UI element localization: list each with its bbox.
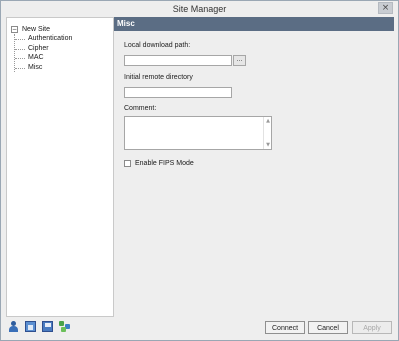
close-icon: × bbox=[381, 3, 390, 13]
local-download-path-input[interactable] bbox=[124, 55, 232, 66]
bottom-toolbar bbox=[8, 321, 76, 333]
apply-button[interactable]: Apply bbox=[352, 321, 392, 334]
window-icon[interactable] bbox=[25, 321, 36, 332]
cancel-button[interactable]: Cancel bbox=[308, 321, 348, 334]
title-bar[interactable]: Site Manager × bbox=[1, 1, 398, 17]
tree-item-authentication[interactable]: Authentication bbox=[15, 34, 72, 44]
fips-label: Enable FIPS Mode bbox=[135, 159, 194, 167]
browse-button[interactable]: ... bbox=[233, 55, 246, 66]
network-icon[interactable] bbox=[59, 321, 70, 332]
person-icon[interactable] bbox=[8, 321, 19, 332]
connect-button[interactable]: Connect bbox=[265, 321, 305, 334]
scroll-up-icon[interactable]: ▲ bbox=[264, 117, 272, 125]
tree-item-mac[interactable]: MAC bbox=[15, 53, 72, 63]
scroll-down-icon[interactable]: ▼ bbox=[264, 141, 272, 149]
fips-option[interactable]: Enable FIPS Mode bbox=[124, 158, 194, 168]
collapse-icon[interactable]: − bbox=[11, 25, 18, 33]
tree-item-cipher[interactable]: Cipher bbox=[15, 44, 72, 54]
comment-label: Comment: bbox=[124, 105, 157, 112]
save-icon[interactable] bbox=[42, 321, 53, 332]
tree-item-misc[interactable]: Misc bbox=[15, 63, 72, 73]
settings-panel: Misc Local download path: ... Initial re… bbox=[114, 17, 394, 317]
site-manager-window: Site Manager × − New Site Authentication… bbox=[0, 0, 399, 341]
tree-root-label: New Site bbox=[22, 25, 51, 33]
fips-checkbox[interactable] bbox=[124, 159, 131, 167]
site-tree: − New Site Authentication Cipher MAC Mis… bbox=[6, 17, 114, 317]
comment-scrollbar[interactable]: ▲ ▼ bbox=[263, 117, 271, 149]
local-download-path-label: Local download path: bbox=[124, 42, 191, 49]
initial-remote-directory-input[interactable] bbox=[124, 87, 232, 98]
window-title: Site Manager bbox=[172, 4, 227, 14]
section-header: Misc bbox=[114, 17, 394, 31]
comment-textarea[interactable]: ▲ ▼ bbox=[124, 116, 272, 150]
close-button[interactable]: × bbox=[378, 2, 393, 14]
tree-item-new-site[interactable]: − New Site bbox=[11, 24, 50, 34]
initial-remote-directory-label: Initial remote directory bbox=[124, 74, 193, 81]
tree-children: Authentication Cipher MAC Misc bbox=[14, 34, 72, 72]
